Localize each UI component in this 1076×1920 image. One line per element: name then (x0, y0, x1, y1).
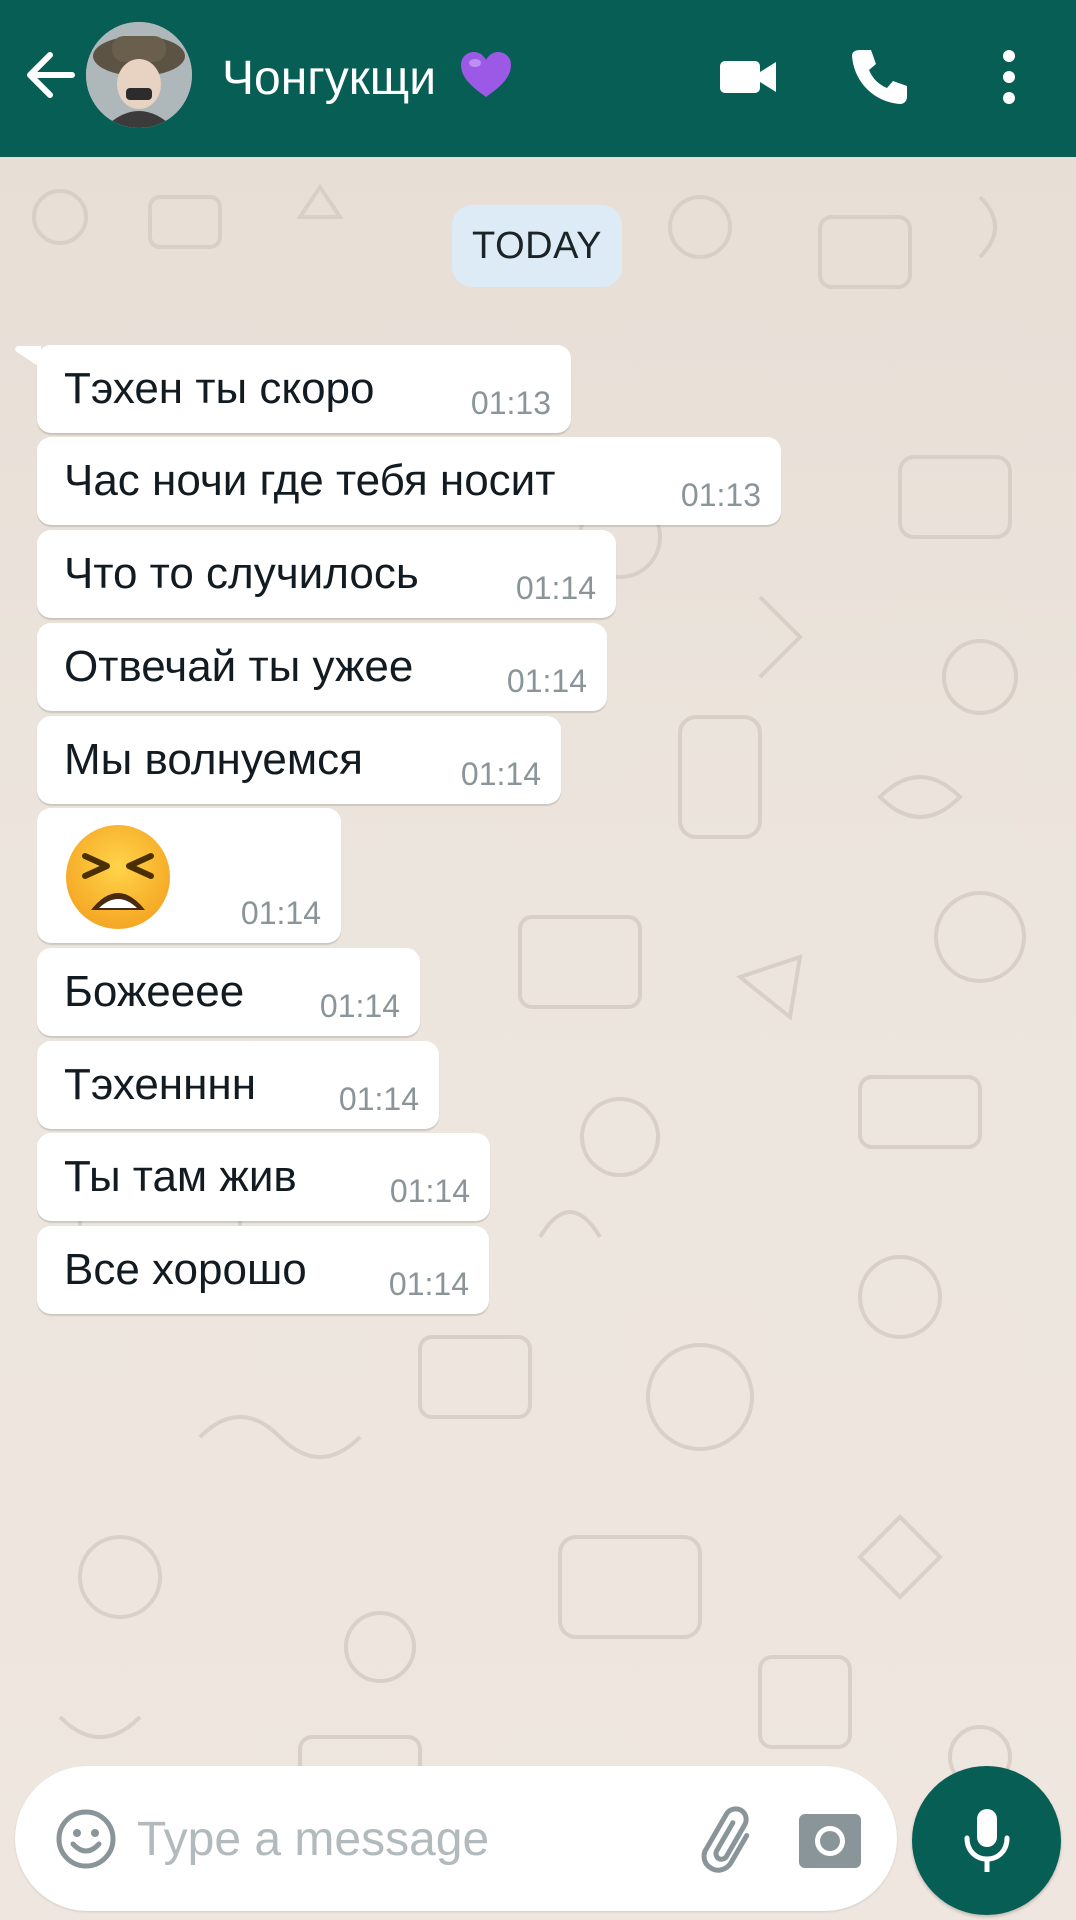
message-text: Час ночи где тебя носит (64, 456, 556, 505)
message-time: 01:13 (470, 385, 551, 421)
message-bubble[interactable]: Час ночи где тебя носит 01:13 (37, 437, 781, 525)
chat-header: Чонгукщи (0, 0, 1076, 157)
more-options-icon[interactable] (990, 44, 1028, 110)
message-text: Тэхенннн (64, 1060, 257, 1109)
message-bubble[interactable]: Ты там жив 01:14 (37, 1133, 490, 1221)
emoji-icon[interactable] (55, 1808, 117, 1870)
message-text: Все хорошо (64, 1245, 307, 1294)
message-time: 01:14 (240, 895, 321, 931)
message-text: Божееее (64, 967, 245, 1016)
message-input[interactable] (137, 1802, 677, 1876)
message-bubble-emoji[interactable]: 01:14 (37, 808, 341, 943)
message-bubble[interactable]: Что то случилось 01:14 (37, 530, 616, 618)
message-time: 01:13 (680, 477, 761, 513)
message-composer (15, 1766, 897, 1911)
message-bubble[interactable]: Тэхенннн 01:14 (37, 1041, 439, 1129)
back-arrow-icon[interactable] (22, 44, 78, 106)
camera-icon[interactable] (797, 1808, 863, 1870)
message-time: 01:14 (460, 756, 541, 792)
mic-button[interactable] (912, 1766, 1061, 1915)
attach-icon[interactable] (695, 1802, 765, 1876)
message-text: Отвечай ты ужее (64, 642, 414, 691)
mic-icon (964, 1809, 1010, 1872)
message-time: 01:14 (389, 1173, 470, 1209)
message-text: Ты там жив (64, 1152, 297, 1201)
message-bubble[interactable]: Божееее 01:14 (37, 948, 420, 1036)
message-bubble[interactable]: Мы волнуемся 01:14 (37, 716, 561, 804)
message-time: 01:14 (338, 1081, 419, 1117)
message-time: 01:14 (506, 663, 587, 699)
contact-name[interactable]: Чонгукщи (222, 50, 513, 107)
message-time: 01:14 (388, 1266, 469, 1302)
tired-face-emoji (66, 825, 170, 929)
contact-name-text: Чонгукщи (222, 52, 437, 105)
message-bubble[interactable]: Тэхен ты скоро 01:13 (37, 345, 571, 433)
message-text: Тэхен ты скоро (64, 364, 375, 413)
message-text: Мы волнуемся (64, 735, 363, 784)
message-bubble[interactable]: Отвечай ты ужее 01:14 (37, 623, 607, 711)
message-time: 01:14 (515, 570, 596, 606)
purple-heart-icon (461, 52, 512, 97)
date-divider: TODAY (452, 205, 622, 287)
message-bubble[interactable]: Все хорошо 01:14 (37, 1226, 489, 1314)
message-text: Что то случилось (64, 549, 419, 598)
voice-call-icon[interactable] (846, 44, 912, 110)
message-time: 01:14 (319, 988, 400, 1024)
video-call-icon[interactable] (716, 44, 782, 110)
contact-avatar[interactable] (86, 22, 192, 128)
